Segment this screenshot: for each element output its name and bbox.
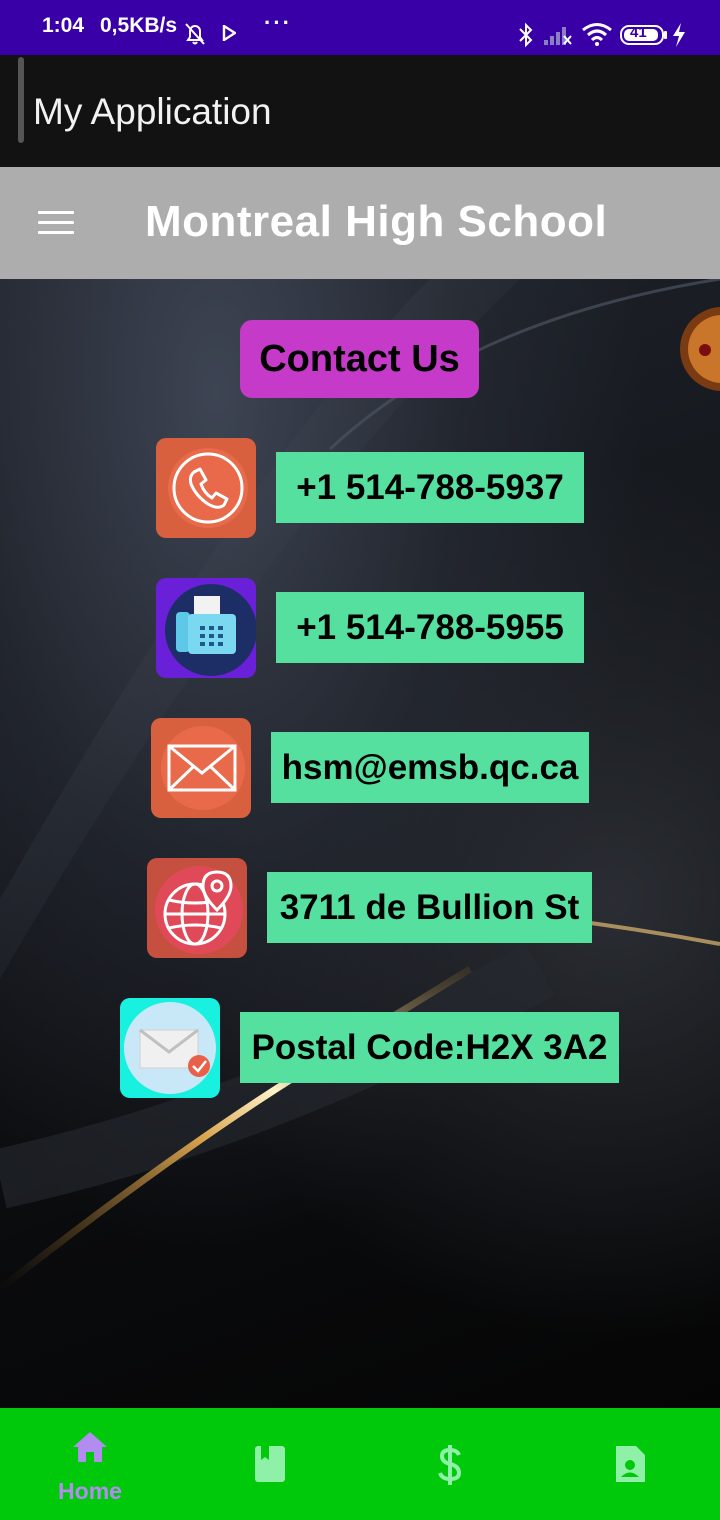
email-address[interactable]: hsm@emsb.qc.ca [271, 732, 589, 803]
phone-number[interactable]: +1 514-788-5937 [276, 452, 584, 523]
contact-us-button[interactable]: Contact Us [240, 320, 479, 398]
status-time: 1:04 [42, 14, 85, 37]
bottom-navigation: Home [0, 1408, 720, 1520]
page-title: Montreal High School [145, 197, 608, 246]
nav-home-label: Home [58, 1478, 122, 1504]
battery-level: 41 [630, 24, 647, 41]
email-icon[interactable] [151, 718, 251, 818]
background-image [0, 279, 720, 1292]
nav-home[interactable]: Home [0, 1408, 180, 1520]
drag-handle [18, 57, 24, 143]
book-icon [255, 1446, 285, 1482]
nav-payments[interactable] [360, 1408, 540, 1520]
globe-location-icon[interactable] [147, 858, 247, 958]
status-network-speed: 0,5KB/s [100, 14, 178, 37]
hamburger-menu-icon[interactable] [36, 207, 76, 239]
status-bar: 1:04 0,5KB/s ··· 41 [0, 0, 720, 55]
contact-card-icon [616, 1446, 645, 1482]
phone-icon[interactable] [156, 438, 256, 538]
nav-profile[interactable] [540, 1408, 720, 1520]
street-address[interactable]: 3711 de Bullion St [267, 872, 592, 943]
toolbar: Montreal High School [0, 167, 720, 279]
app-bar: My Application [0, 55, 720, 167]
fax-icon[interactable] [156, 578, 256, 678]
charging-icon [673, 23, 685, 47]
bluetooth-icon [519, 22, 533, 48]
contact-content: Contact Us +1 514-788-5937 +1 514-788-59… [0, 279, 720, 1408]
bell-off-icon [185, 23, 205, 45]
more-notifications-icon: ··· [264, 10, 292, 35]
play-store-icon [222, 25, 236, 41]
home-icon [73, 1432, 107, 1462]
fax-number[interactable]: +1 514-788-5955 [276, 592, 584, 663]
wifi-icon [582, 23, 612, 46]
postal-code[interactable]: Postal Code:H2X 3A2 [240, 1012, 619, 1083]
dollar-icon [438, 1445, 462, 1485]
mail-verified-icon[interactable] [120, 998, 220, 1098]
nav-book[interactable] [180, 1408, 360, 1520]
signal-icon [544, 27, 572, 45]
app-title: My Application [33, 91, 272, 132]
